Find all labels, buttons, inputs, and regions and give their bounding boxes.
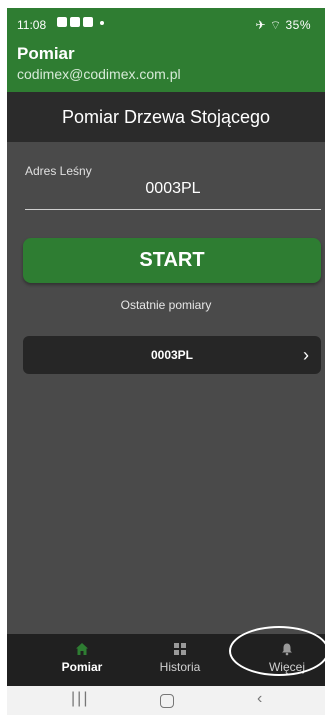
status-indicators: ✈ ⌔ 35%: [255, 18, 311, 32]
nav-item-wiecej[interactable]: Więcej: [234, 634, 325, 686]
forest-address-label: Adres Leśny: [25, 164, 92, 178]
input-underline: [25, 209, 321, 210]
back-button[interactable]: ‹: [257, 690, 262, 708]
start-button[interactable]: START: [23, 238, 321, 283]
recent-measurements-label: Ostatnie pomiary: [120, 298, 212, 312]
app-title: Pomiar: [17, 44, 75, 63]
chevron-right-icon: ›: [303, 345, 309, 365]
chat-icon: [83, 17, 93, 27]
nav-label-wiecej: Więcej: [268, 660, 305, 674]
system-nav-bar: ||| ‹: [7, 686, 325, 715]
recent-measurement-item[interactable]: 0003PL ›: [23, 336, 321, 374]
forest-address-input[interactable]: 0003PL: [25, 180, 321, 206]
bell-icon: [282, 643, 292, 656]
screen-title: Pomiar Drzewa Stojącego: [7, 92, 325, 142]
start-button-label: START: [139, 249, 205, 271]
youtube-icon: [70, 17, 80, 27]
grid-icon: [174, 643, 186, 655]
notification-icons: [57, 17, 104, 27]
dot-icon: [100, 21, 104, 25]
gallery-icon: [57, 17, 67, 27]
nav-label-historia: Historia: [159, 660, 201, 674]
status-time: 11:08: [17, 18, 47, 32]
recents-button[interactable]: |||: [71, 690, 89, 708]
app-subtitle: codimex@codimex.com.pl: [17, 66, 181, 82]
status-bar: 11:08 ✈ ⌔ 35%: [7, 8, 325, 42]
bottom-navigation: Pomiar Historia Więcej: [7, 634, 325, 686]
screen-title-text: Pomiar Drzewa Stojącego: [61, 106, 271, 127]
phone-screen: 11:08 ✈ ⌔ 35% Pomiar codimex@codimex.com…: [7, 8, 325, 715]
nav-item-pomiar[interactable]: Pomiar: [29, 634, 135, 686]
nav-item-historia[interactable]: Historia: [127, 634, 233, 686]
app-bar: Pomiar codimex@codimex.com.pl: [7, 42, 325, 92]
home-button[interactable]: [160, 694, 174, 708]
recent-item-label: 0003PL: [150, 348, 194, 362]
home-icon: [76, 643, 88, 655]
nav-label-pomiar: Pomiar: [61, 660, 103, 674]
